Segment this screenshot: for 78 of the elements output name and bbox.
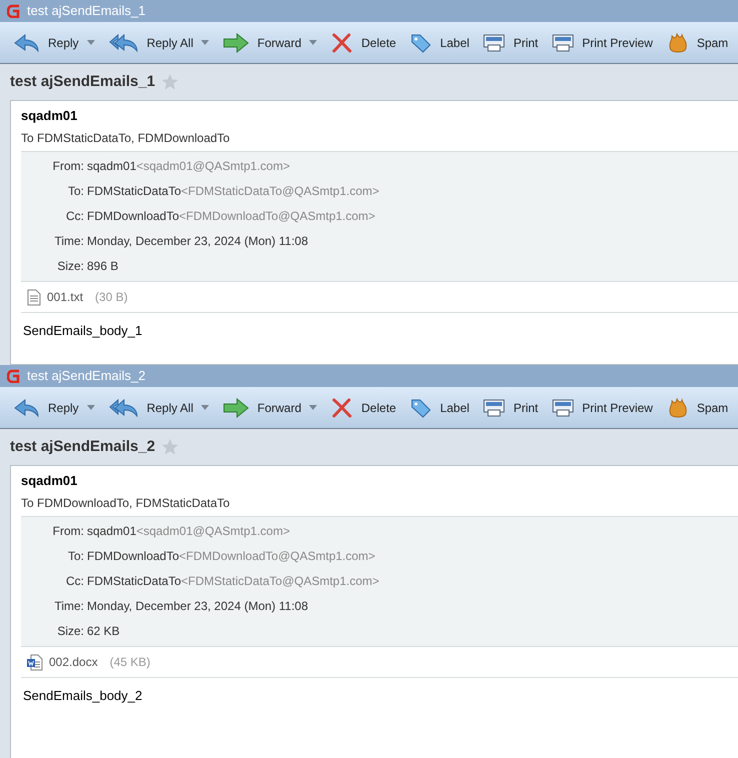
toolbar-button[interactable]: Reply: [14, 32, 95, 52]
header-value: Monday, December 23, 2024 (Mon) 11:08: [87, 234, 308, 248]
toolbar-button[interactable]: Reply All: [108, 32, 210, 52]
header-label: Time:: [53, 233, 84, 250]
header-label: Size:: [56, 623, 84, 640]
toolbar-button[interactable]: Forward: [223, 398, 318, 418]
toolbar-button[interactable]: Label: [410, 398, 470, 418]
toolbar-button[interactable]: Delete: [331, 32, 396, 52]
app-logo-icon: [7, 369, 21, 383]
toolbar-button[interactable]: Print: [483, 398, 538, 418]
reply-arrow-icon: [14, 398, 40, 418]
recipients-line: To FDMStaticDataTo, FDMDownloadTo: [21, 130, 231, 147]
email-address: <FDMStaticDataTo@QASmtp1.com>: [181, 184, 380, 198]
header-value: Monday, December 23, 2024 (Mon) 11:08: [87, 599, 308, 613]
attachment-size: (45 KB): [110, 654, 150, 671]
attachment-size: (30 B): [95, 289, 128, 306]
printer-icon: [552, 398, 574, 418]
header-label: To:: [66, 548, 84, 565]
header-value: sqadm01: [87, 159, 136, 173]
header-value: sqadm01: [87, 524, 136, 538]
header-value: 62 KB: [87, 624, 120, 638]
email-address: <FDMStaticDataTo@QASmtp1.com>: [181, 574, 380, 588]
header-label: To:: [66, 183, 84, 200]
header-label: From:: [52, 158, 84, 175]
header-label: Size:: [56, 258, 84, 275]
header-value: 896 B: [87, 259, 118, 273]
header-value: FDMStaticDataTo: [87, 574, 182, 588]
header-value: FDMStaticDataTo: [87, 184, 182, 198]
message-body: SendEmails_body_2: [22, 687, 144, 705]
toolbar-button[interactable]: Reply All: [108, 398, 210, 418]
header-label: Cc:: [65, 208, 84, 225]
toolbar-button[interactable]: Print Preview: [552, 32, 653, 52]
toolbar-button[interactable]: Print: [483, 32, 538, 52]
header-value: FDMDownloadTo: [87, 209, 180, 223]
sender-name: sqadm01: [21, 472, 78, 490]
email-address: <sqadm01@QASmtp1.com>: [136, 524, 290, 538]
cross-icon: [331, 32, 354, 52]
toolbar-button[interactable]: Spam: [666, 398, 728, 418]
reply-arrow-icon: [14, 32, 40, 52]
email-subject: test ajSendEmails_1: [10, 72, 156, 92]
recipients-line: To FDMDownloadTo, FDMStaticDataTo: [21, 495, 231, 512]
email-address: <FDMDownloadTo@QASmtp1.com>: [179, 209, 376, 223]
toolbar-button[interactable]: Label: [410, 32, 470, 52]
toolbar-button[interactable]: Reply: [14, 398, 95, 418]
flame-icon: [666, 32, 689, 52]
tag-icon: [410, 398, 432, 418]
header-value: FDMDownloadTo: [87, 549, 180, 563]
email-address: <sqadm01@QASmtp1.com>: [136, 159, 290, 173]
header-label: Cc:: [65, 573, 84, 590]
cross-icon: [331, 398, 354, 418]
header-label: From:: [52, 523, 84, 540]
toolbar-button[interactable]: Delete: [331, 398, 396, 418]
app-logo-icon: [7, 4, 21, 18]
header-label: Time:: [53, 598, 84, 615]
email-subject: test ajSendEmails_2: [10, 436, 156, 457]
window-title: test ajSendEmails_2: [27, 367, 146, 386]
email-address: <FDMDownloadTo@QASmtp1.com>: [179, 549, 376, 563]
star-icon[interactable]: [161, 73, 180, 91]
printer-icon: [552, 32, 574, 52]
attachment-link[interactable]: 001.txt: [47, 288, 84, 306]
text-file-icon: [27, 288, 41, 306]
attachment-link[interactable]: 002.docx: [49, 653, 98, 671]
right-arrow-icon: [223, 32, 250, 52]
printer-icon: [483, 398, 506, 418]
message-body: SendEmails_body_1: [22, 322, 144, 340]
toolbar-button[interactable]: Forward: [223, 32, 318, 52]
double-reply-arrow-icon: [108, 32, 139, 52]
sender-name: sqadm01: [21, 107, 78, 125]
double-reply-arrow-icon: [108, 398, 139, 418]
toolbar-button[interactable]: Print Preview: [552, 398, 653, 418]
tag-icon: [410, 32, 432, 52]
printer-icon: [483, 32, 506, 52]
star-icon[interactable]: [161, 438, 180, 456]
flame-icon: [666, 398, 689, 418]
toolbar-button[interactable]: Spam: [666, 32, 728, 52]
word-document-icon: [27, 654, 43, 670]
window-title: test ajSendEmails_1: [27, 2, 146, 20]
right-arrow-icon: [223, 398, 250, 418]
